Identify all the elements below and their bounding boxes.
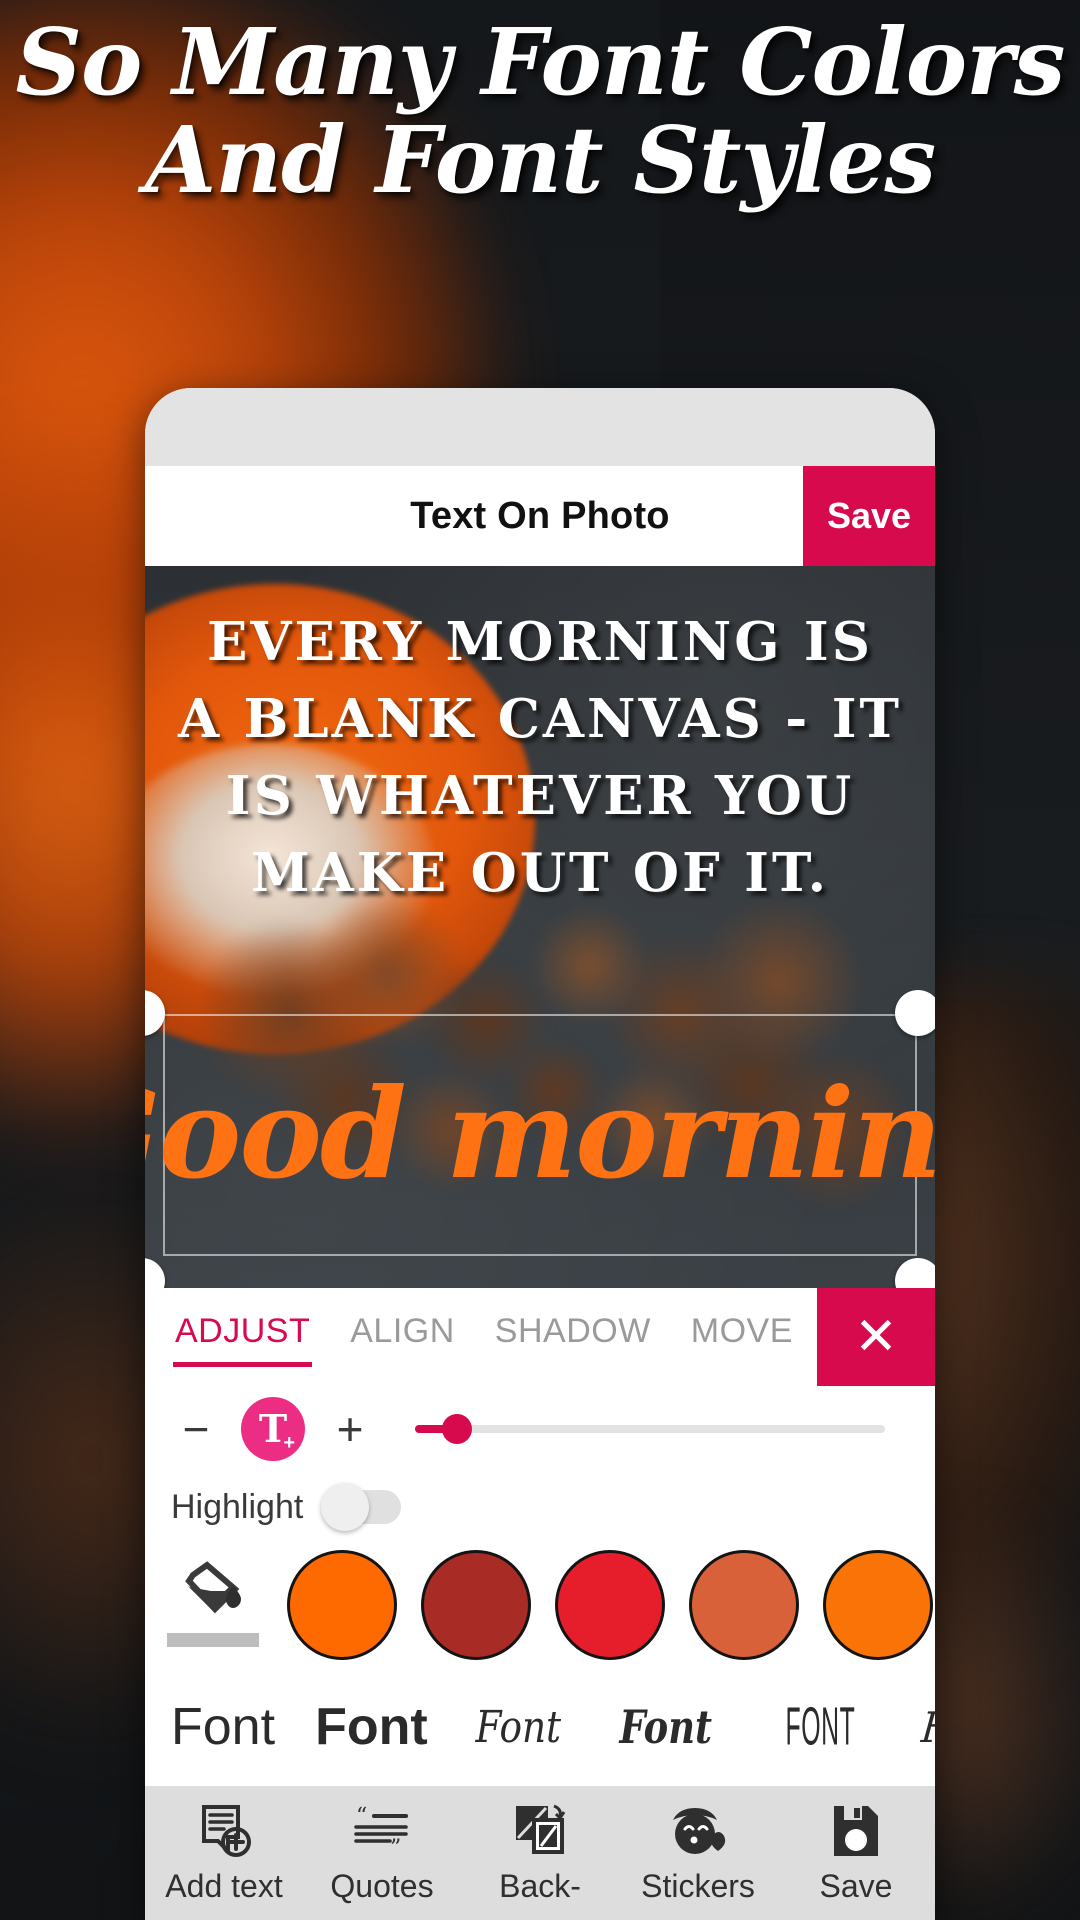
toolbar-item-save[interactable]: Save xyxy=(777,1800,935,1905)
color-swatch[interactable] xyxy=(421,1550,531,1660)
promo-headline: So Many Font Colors And Font Styles xyxy=(0,8,1080,214)
color-swatch-row xyxy=(145,1542,935,1668)
add-text-icon xyxy=(194,1800,254,1862)
increase-size-button[interactable]: + xyxy=(321,1406,379,1452)
size-slider-knob[interactable] xyxy=(442,1414,473,1444)
canvas-quote-text[interactable]: EVERY MORNING IS A BLANK CANVAS - IT IS … xyxy=(145,604,935,911)
highlight-label: Highlight xyxy=(171,1487,304,1526)
status-bar xyxy=(145,388,935,466)
tab-shadow[interactable]: SHADOW xyxy=(493,1304,653,1371)
color-swatch[interactable] xyxy=(689,1550,799,1660)
quote-line: A BLANK CANVAS - IT xyxy=(177,687,902,750)
quote-line: MAKE OUT OF IT. xyxy=(250,841,830,904)
toolbar-item-add-text[interactable]: Add text xyxy=(145,1800,303,1905)
text-size-row: − T + + xyxy=(145,1386,935,1472)
selected-text-box[interactable]: Good morning xyxy=(145,1014,935,1256)
text-size-icon-plus: + xyxy=(283,1432,295,1454)
highlight-toggle[interactable] xyxy=(321,1483,402,1531)
editor-tab-bar: ADJUST ALIGN SHADOW MOVE ✕ xyxy=(145,1288,935,1386)
phone-mockup: Text On Photo Save EVERY MORNING IS A BL… xyxy=(145,388,935,1920)
toolbar-item-stickers[interactable]: Stickers xyxy=(619,1800,777,1905)
headline-line-1: So Many Font Colors xyxy=(15,8,1066,116)
editor-panel: ADJUST ALIGN SHADOW MOVE ✕ − T + + Highl… xyxy=(145,1288,935,1920)
toolbar-label: Add text xyxy=(165,1868,283,1904)
tab-adjust[interactable]: ADJUST xyxy=(173,1304,313,1371)
quotes-icon: “ ” xyxy=(352,1800,412,1862)
selected-text: Good morning xyxy=(145,1062,935,1207)
save-top-button[interactable]: Save xyxy=(803,466,935,566)
font-option[interactable]: Font xyxy=(620,1700,712,1754)
toolbar-label: Save xyxy=(819,1868,893,1904)
bottom-toolbar: Add text “ ” Quotes Back- Stickers Save xyxy=(145,1786,935,1920)
photo-canvas[interactable]: EVERY MORNING IS A BLANK CANVAS - IT IS … xyxy=(145,566,935,1288)
toolbar-label: Back- xyxy=(499,1868,581,1904)
tab-align[interactable]: ALIGN xyxy=(348,1304,457,1371)
highlight-row: Highlight xyxy=(145,1472,935,1542)
highlight-toggle-knob xyxy=(321,1483,370,1531)
paint-bucket-icon[interactable] xyxy=(167,1553,263,1657)
color-swatch[interactable] xyxy=(287,1550,397,1660)
toolbar-item-quotes[interactable]: “ ” Quotes xyxy=(303,1800,461,1905)
resize-handle-top-right[interactable] xyxy=(895,990,935,1036)
font-option[interactable]: Font xyxy=(315,1697,428,1757)
font-option[interactable]: Font xyxy=(475,1702,561,1753)
size-slider[interactable] xyxy=(415,1414,885,1444)
toolbar-label: Stickers xyxy=(641,1868,755,1904)
font-option[interactable]: Font xyxy=(171,1697,275,1757)
quote-line: EVERY MORNING IS xyxy=(207,611,873,673)
font-option[interactable]: FONT xyxy=(785,1697,855,1758)
quote-line: IS WHATEVER YOU xyxy=(225,764,855,827)
background-icon xyxy=(510,1800,570,1862)
headline-line-2: And Font Styles xyxy=(144,105,936,214)
svg-text:”: ” xyxy=(390,1836,401,1859)
app-title-bar: Text On Photo Save xyxy=(145,466,935,566)
paint-bucket-underline xyxy=(167,1633,259,1647)
toolbar-label: Quotes xyxy=(330,1868,434,1904)
toolbar-item-background[interactable]: Back- xyxy=(461,1800,619,1905)
color-swatch[interactable] xyxy=(823,1550,933,1660)
font-option[interactable]: Font xyxy=(919,1703,935,1752)
color-swatch[interactable] xyxy=(555,1550,665,1660)
font-style-row: Font Font Font Font FONT Font F xyxy=(145,1668,935,1786)
decrease-size-button[interactable]: − xyxy=(167,1406,225,1452)
page-title: Text On Photo xyxy=(410,494,670,537)
save-disk-icon xyxy=(828,1800,884,1862)
text-size-icon[interactable]: T + xyxy=(241,1397,305,1461)
tab-move[interactable]: MOVE xyxy=(689,1304,795,1371)
stickers-icon xyxy=(667,1800,729,1862)
close-icon[interactable]: ✕ xyxy=(817,1288,935,1386)
